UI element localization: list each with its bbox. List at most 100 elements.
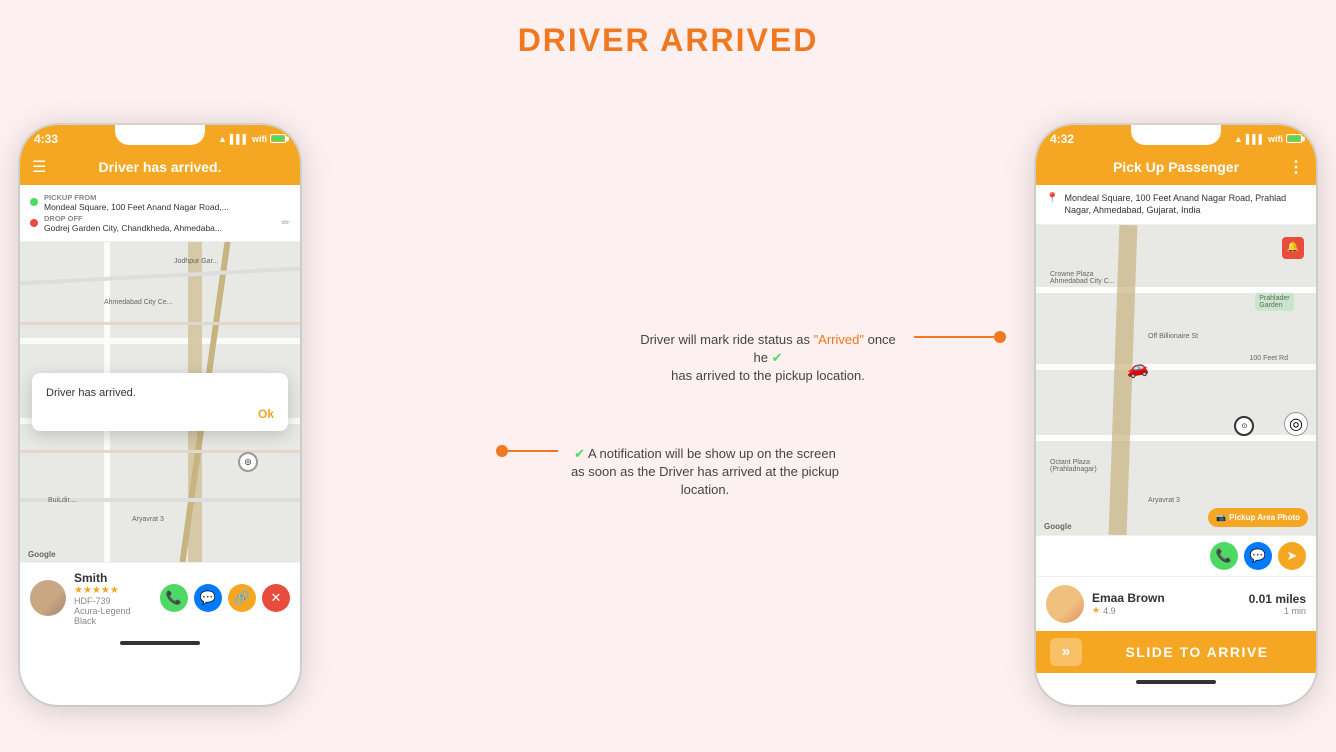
driver-action-icons: 📞 💬 🔗 ✕ <box>160 584 290 612</box>
connector-line-top <box>914 336 994 338</box>
right-home-bar <box>1036 673 1316 691</box>
cancel-button[interactable]: ✕ <box>262 584 290 612</box>
driver-car-model: Acura-Legend Black <box>74 606 152 626</box>
dropoff-label: DROP OFF <box>44 214 222 223</box>
left-app-header: ☰ Driver has arrived. <box>20 149 300 185</box>
dropoff-point: DROP OFF Godrej Garden City, Chandkheda,… <box>30 214 290 233</box>
connector-dot-top <box>994 331 1006 343</box>
pass-time-value: 1 min <box>1249 606 1306 616</box>
more-icon-right[interactable]: ⋮ <box>1288 157 1304 177</box>
pickup-pin-icon: 📍 <box>1046 193 1058 204</box>
driver-info-bar: Smith ★★★★★ HDF-739 Acura-Legend Black 📞… <box>20 562 300 634</box>
driver-avatar <box>30 580 66 616</box>
slide-to-arrive-bar[interactable]: » SLIDE TO ARRIVE <box>1036 631 1316 673</box>
page-title: DRIVER ARRIVED <box>518 22 819 59</box>
google-label-right: Google <box>1044 522 1072 531</box>
right-wifi-icon: wifi <box>1268 134 1283 144</box>
location-marker-left: ◎ <box>238 452 258 472</box>
passenger-name: Emaa Brown <box>1092 591 1165 605</box>
right-call-btn[interactable]: 📞 <box>1210 542 1238 570</box>
passenger-distance: 0.01 miles 1 min <box>1249 592 1306 616</box>
pickup-point: PICKUP FROM Mondeal Square, 100 Feet Ana… <box>30 193 290 212</box>
route-info-bar-left: PICKUP FROM Mondeal Square, 100 Feet Ana… <box>20 185 300 242</box>
menu-icon-left[interactable]: ☰ <box>32 157 46 177</box>
driver-name: Smith <box>74 571 152 585</box>
left-home-bar <box>20 634 300 652</box>
camera-icon: 📷 <box>1216 513 1226 522</box>
edit-icon[interactable]: ✏ <box>282 218 290 229</box>
annotation-bottom-text: ✔ A notification will be show up on the … <box>570 445 840 499</box>
battery-icon-left <box>270 134 286 143</box>
dropoff-address: Godrej Garden City, Chandkheda, Ahmedaba… <box>44 223 222 233</box>
dropoff-dot <box>30 219 38 227</box>
double-chevron-icon: » <box>1062 643 1071 661</box>
wifi-icon: wifi <box>252 134 267 144</box>
connector-dot-bottom <box>496 445 508 457</box>
annotation-bottom-row: ✔ A notification will be show up on the … <box>330 445 1006 499</box>
notification-popup: Driver has arrived. Ok <box>32 373 288 431</box>
right-signal-icon: ▌▌▌ <box>1246 134 1265 144</box>
main-content: 4:33 ▲ ▌▌▌ wifi ☰ Driver has arrived. PI… <box>0 77 1336 752</box>
passenger-avatar <box>1046 585 1084 623</box>
signal-icon: ▌▌▌ <box>230 134 249 144</box>
right-phone: 4:32 ▲ ▌▌▌ wifi Pick Up Passenger ⋮ 📍 Mo… <box>1036 125 1316 705</box>
right-location-icon: ▲ <box>1234 134 1243 144</box>
passenger-rating: ★ 4.9 <box>1092 605 1165 616</box>
right-pickup-address: Mondeal Square, 100 Feet Anand Nagar Roa… <box>1064 192 1306 217</box>
right-nav-btn[interactable]: ➤ <box>1278 542 1306 570</box>
left-header-title: Driver has arrived. <box>99 159 222 175</box>
annotation-top-connector <box>914 331 1006 343</box>
location-icon: ▲ <box>218 134 227 144</box>
driver-rating: ★★★★★ <box>74 585 152 596</box>
annotation-bottom-connector-left <box>496 445 558 457</box>
map-label-prahlad: PrahladerGarden <box>1255 293 1293 311</box>
pickup-area-photo-btn[interactable]: 📷 Pickup Area Photo <box>1208 508 1308 527</box>
left-phone: 4:33 ▲ ▌▌▌ wifi ☰ Driver has arrived. PI… <box>20 125 300 705</box>
left-time: 4:33 <box>34 132 58 146</box>
pickup-dot <box>30 198 38 206</box>
right-chat-btn[interactable]: 💬 <box>1244 542 1272 570</box>
pickup-address: Mondeal Square, 100 Feet Anand Nagar Roa… <box>44 202 229 212</box>
right-app-header: Pick Up Passenger ⋮ <box>1036 149 1316 185</box>
passenger-rating-value: 4.9 <box>1103 606 1116 616</box>
share-button[interactable]: 🔗 <box>228 584 256 612</box>
annotation-top-text: Driver will mark ride status as "Arrived… <box>638 331 898 385</box>
pass-distance-value: 0.01 miles <box>1249 592 1306 606</box>
map-label-jodhpur: Jodhpur Gar... <box>174 258 218 265</box>
connector-line-bottom <box>508 450 558 452</box>
map-label-octant: Octant Plaza(Prahladnagar) <box>1050 459 1097 473</box>
map-label-aryavrat: Aryavrat 3 <box>132 516 164 523</box>
notif-ok[interactable]: Ok <box>46 407 274 421</box>
call-button[interactable]: 📞 <box>160 584 188 612</box>
home-bar-line-right <box>1136 680 1216 684</box>
right-status-icons: ▲ ▌▌▌ wifi <box>1234 134 1302 144</box>
passenger-info-bar: Emaa Brown ★ 4.9 0.01 miles 1 min <box>1036 576 1316 631</box>
left-status-icons: ▲ ▌▌▌ wifi <box>218 134 286 144</box>
phone-notch-left <box>115 125 205 145</box>
map-label-city: Ahmedabad City Ce... <box>104 299 172 306</box>
map-label-crown: Crowne PlazaAhmedabad City C... <box>1050 271 1115 285</box>
annotation-area: Driver will mark ride status as "Arrived… <box>300 331 1036 499</box>
notif-text: Driver has arrived. <box>46 387 274 399</box>
car-icon: 🚗 <box>1124 356 1150 381</box>
annotation-top-row: Driver will mark ride status as "Arrived… <box>330 331 1006 385</box>
location-btn-right[interactable]: ◎ <box>1284 412 1308 436</box>
chat-button[interactable]: 💬 <box>194 584 222 612</box>
map-label-100ft-right: 100 Feet Rd <box>1249 355 1288 362</box>
alert-marker: 🔔 <box>1282 237 1304 259</box>
map-label-aryavrat-right: Aryavrat 3 <box>1148 497 1180 504</box>
phone-notch-right <box>1131 125 1221 145</box>
pickup-label: PICKUP FROM <box>44 193 229 202</box>
right-header-title: Pick Up Passenger <box>1113 159 1239 175</box>
driver-vehicle: HDF-739 <box>74 596 152 606</box>
map-area-right: 🔔 🚗 ⊙ ◎ Crowne PlazaAhmedabad City C... … <box>1036 225 1316 535</box>
right-time: 4:32 <box>1050 132 1074 146</box>
right-action-row: 📞 💬 ➤ <box>1036 535 1316 576</box>
pickup-area-label: Pickup Area Photo <box>1229 513 1300 522</box>
home-bar-line-left <box>120 641 200 645</box>
map-bg-left: Jodhpur Gar... Ahmedabad City Ce... 100 … <box>20 242 300 562</box>
google-label-left: Google <box>28 550 56 559</box>
target-circle: ⊙ <box>1234 416 1254 436</box>
slide-arrow-icon: » <box>1050 638 1082 666</box>
battery-icon-right <box>1286 134 1302 143</box>
